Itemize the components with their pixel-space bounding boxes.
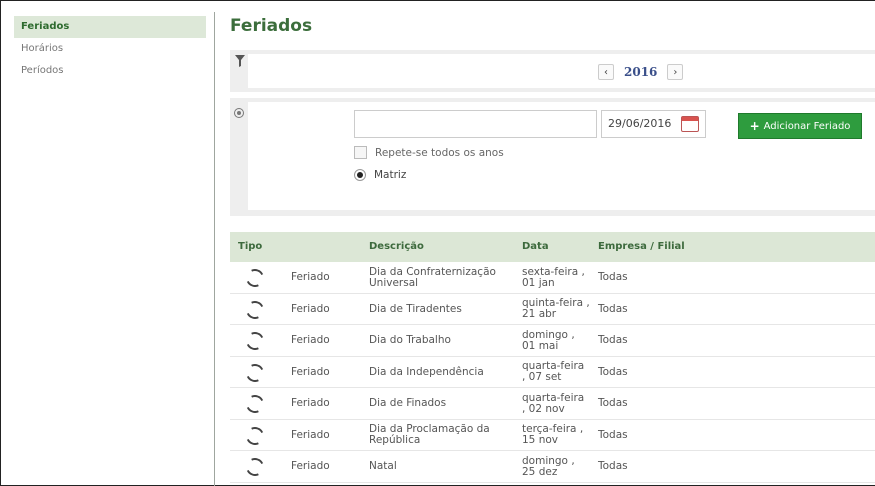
cell-tipo: Feriado xyxy=(291,302,330,315)
cell-descricao: Dia da Proclamação da República xyxy=(369,423,490,447)
add-holiday-panel: 29/06/2016 + Adicionar Feriado Repete-se… xyxy=(230,98,875,216)
cell-empresa: Todas xyxy=(598,428,628,441)
add-holiday-button[interactable]: + Adicionar Feriado xyxy=(738,113,862,139)
add-circle-icon[interactable] xyxy=(234,108,244,118)
matriz-radio[interactable] xyxy=(354,169,366,181)
table-row[interactable]: Feriado Natal domingo , 25 dez Todas xyxy=(230,451,875,483)
filter-panel: ‹ 2016 › xyxy=(230,50,875,92)
cell-data: domingo , 25 dez xyxy=(522,454,575,478)
refresh-icon xyxy=(243,360,267,385)
filter-bar: ‹ 2016 › xyxy=(248,54,875,88)
scope-option[interactable]: Matriz xyxy=(354,169,406,181)
cell-empresa: Todas xyxy=(598,271,628,284)
repeat-yearly-label: Repete-se todos os anos xyxy=(375,146,504,159)
table-header: Tipo Descrição Data Empresa / Filial xyxy=(230,232,875,262)
calendar-icon[interactable] xyxy=(681,116,699,132)
cell-empresa: Todas xyxy=(598,365,628,378)
chevron-left-icon: ‹ xyxy=(604,66,608,78)
matriz-label: Matriz xyxy=(374,169,407,181)
year-navigator: ‹ 2016 › xyxy=(598,64,684,80)
sidebar-divider xyxy=(214,12,215,486)
funnel-icon[interactable] xyxy=(235,55,245,67)
cell-tipo: Feriado xyxy=(291,365,330,378)
cell-data: quinta-feira , 21 abr xyxy=(522,297,590,321)
refresh-icon xyxy=(243,297,267,322)
sidebar-item-feriados[interactable]: Feriados xyxy=(14,16,206,38)
description-input[interactable] xyxy=(354,110,597,138)
repeat-yearly-option[interactable]: Repete-se todos os anos xyxy=(354,146,504,159)
plus-icon: + xyxy=(749,119,760,133)
cell-data: quarta-feira , 07 set xyxy=(522,360,585,384)
prev-year-button[interactable]: ‹ xyxy=(598,64,614,80)
refresh-icon xyxy=(243,266,267,290)
sidebar: Feriados Horários Períodos xyxy=(14,16,206,82)
cell-tipo: Feriado xyxy=(291,334,330,347)
refresh-icon xyxy=(243,423,267,448)
cell-empresa: Todas xyxy=(598,334,628,347)
cell-descricao: Dia do Trabalho xyxy=(369,334,451,347)
add-holiday-label: Adicionar Feriado xyxy=(763,120,851,132)
cell-data: domingo , 01 mai xyxy=(522,328,575,352)
cell-descricao: Dia da Independência xyxy=(369,365,484,378)
year-label: 2016 xyxy=(624,65,658,79)
sidebar-item-horarios[interactable]: Horários xyxy=(14,38,206,60)
refresh-icon xyxy=(243,392,267,416)
next-year-button[interactable]: › xyxy=(667,64,684,80)
table-row[interactable]: Feriado Dia do Trabalho domingo , 01 mai… xyxy=(230,325,875,357)
cell-tipo: Feriado xyxy=(291,271,330,284)
add-holiday-form: 29/06/2016 + Adicionar Feriado Repete-se… xyxy=(248,102,875,210)
table-row[interactable]: Feriado Dia da Proclamação da República … xyxy=(230,420,875,451)
column-header-empresa[interactable]: Empresa / Filial xyxy=(598,232,685,262)
sidebar-item-periodos[interactable]: Períodos xyxy=(14,60,206,82)
cell-descricao: Natal xyxy=(369,460,397,473)
page-title: Feriados xyxy=(230,16,313,36)
column-header-descricao[interactable]: Descrição xyxy=(369,232,424,262)
table-row[interactable]: Feriado Dia de Finados quarta-feira , 02… xyxy=(230,388,875,420)
date-value: 29/06/2016 xyxy=(608,117,672,130)
cell-descricao: Dia de Finados xyxy=(369,397,447,410)
cell-empresa: Todas xyxy=(598,460,628,473)
cell-data: quarta-feira , 02 nov xyxy=(522,391,585,415)
cell-tipo: Feriado xyxy=(291,428,330,441)
cell-tipo: Feriado xyxy=(291,460,330,473)
cell-descricao: Dia da Confraternização Universal xyxy=(369,265,496,289)
date-field[interactable]: 29/06/2016 xyxy=(601,110,706,138)
table-row[interactable]: Feriado Dia de Tiradentes quinta-feira ,… xyxy=(230,294,875,325)
table-row[interactable]: Feriado Dia da Independência quarta-feir… xyxy=(230,357,875,388)
column-header-data[interactable]: Data xyxy=(522,232,549,262)
refresh-icon xyxy=(243,329,267,353)
chevron-right-icon: › xyxy=(673,66,678,78)
cell-data: sexta-feira , 01 jan xyxy=(522,265,585,289)
cell-tipo: Feriado xyxy=(291,397,330,410)
cell-data: terça-feira , 15 nov xyxy=(522,423,584,447)
cell-empresa: Todas xyxy=(598,302,628,315)
cell-descricao: Dia de Tiradentes xyxy=(369,302,462,315)
holidays-table: Tipo Descrição Data Empresa / Filial Fer… xyxy=(230,232,875,483)
column-header-tipo[interactable]: Tipo xyxy=(238,232,262,262)
refresh-icon xyxy=(243,455,267,479)
repeat-yearly-checkbox[interactable] xyxy=(354,146,367,159)
cell-empresa: Todas xyxy=(598,397,628,410)
table-row[interactable]: Feriado Dia da Confraternização Universa… xyxy=(230,262,875,294)
